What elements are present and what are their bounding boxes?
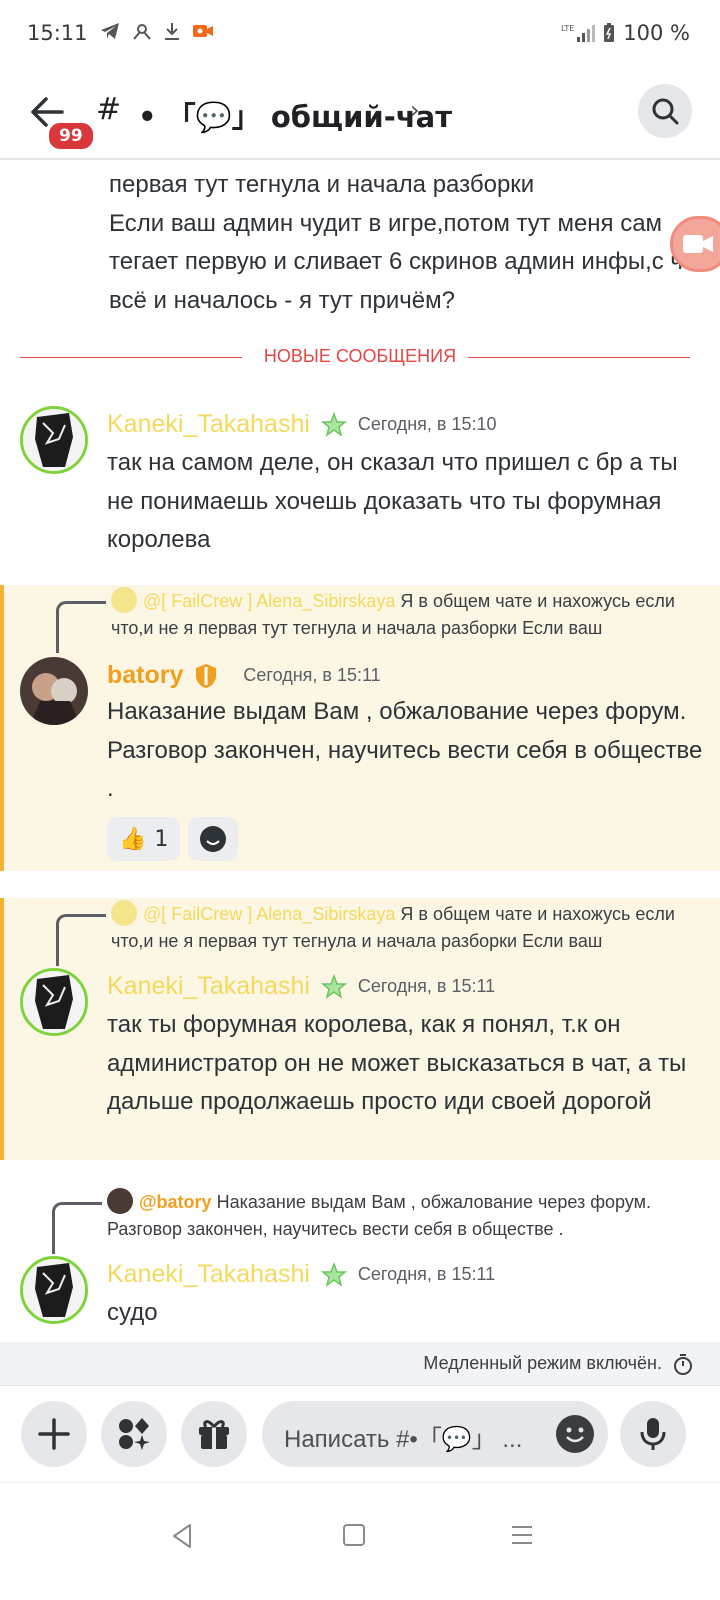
stopwatch-icon [674,1354,692,1375]
reply-connector [56,914,106,966]
avatar-image [23,409,85,471]
gift-button[interactable] [181,1401,247,1467]
message-item[interactable]: Kaneki_Takahashi Сегодня, в 15:10 так на… [0,400,720,580]
svg-text:LTE: LTE [561,24,574,33]
message-time: Сегодня, в 15:11 [357,976,496,996]
avatar[interactable] [20,406,88,474]
star-badge-icon [320,1261,347,1287]
author-name[interactable]: Kaneki_Takahashi [107,410,310,439]
message-text: так на самом деле, он сказал что пришел … [107,449,678,553]
reply-mention[interactable]: @[ FailCrew ] Alena_Sibirskaya [143,591,395,611]
add-button[interactable] [21,1401,87,1467]
status-bar: 15:11 LTE 100 % [0,0,720,72]
signal-icon: LTE [561,24,596,42]
message-item[interactable]: @[ FailCrew ] Alena_Sibirskaya Я в общем… [0,898,720,1160]
reaction-thumbs-up[interactable]: 👍 1 [107,817,181,861]
add-reaction-button[interactable] [188,817,239,861]
battery-icon [604,23,615,42]
message-time: Сегодня, в 15:10 [357,414,497,434]
star-badge-icon [320,411,347,437]
message-text: так ты форумная королева, как я понял, т… [107,1011,687,1115]
video-record-icon [193,25,213,37]
reactions-row: 👍 1 [107,817,239,861]
plus-icon [38,1418,70,1450]
reply-preview[interactable]: @[ FailCrew ] Alena_Sibirskaya Я в общем… [111,587,701,642]
reply-preview[interactable]: @[ FailCrew ] Alena_Sibirskaya Я в общем… [111,900,701,955]
avatar-image [20,657,88,725]
telegram-icon [101,23,119,39]
status-time: 15:11 [27,21,88,45]
avatar[interactable] [20,968,88,1036]
reply-connector [56,601,106,653]
download-icon [165,23,179,40]
message-item[interactable]: @batory Наказание выдам Вам , обжаловани… [0,1186,720,1346]
message-input-placeholder: Написать #•「💬」 ... [284,1426,523,1453]
apps-button[interactable] [101,1401,167,1467]
search-icon [652,98,679,125]
chat-area[interactable]: первая тут тегнула и начала разборки Есл… [0,160,720,1372]
author-name[interactable]: batory [107,661,183,690]
new-messages-divider: НОВЫЕ СООБЩЕНИЯ [20,346,700,370]
author-name[interactable]: Kaneki_Takahashi [107,1260,310,1289]
emoji-button[interactable] [556,1415,594,1453]
reply-avatar [107,1188,133,1214]
previous-message-text: первая тут тегнула и начала разборки Есл… [109,171,718,314]
voice-button[interactable] [620,1401,686,1467]
message-item[interactable]: @[ FailCrew ] Alena_Sibirskaya Я в общем… [0,585,720,871]
avatar-image [23,971,85,1033]
emoji-icon [566,1427,584,1443]
system-nav-bar [0,1482,720,1600]
floating-camera-button[interactable] [670,216,720,272]
apps-icon [119,1418,150,1450]
reply-connector [52,1202,102,1254]
slow-mode-banner: Медленный режим включён. [0,1342,720,1386]
battery-percent: 100 % [623,21,690,45]
microphone-icon [640,1418,666,1450]
message-text: Наказание выдам Вам , обжалование через … [107,698,703,802]
gift-icon [199,1420,229,1449]
reply-preview[interactable]: @batory Наказание выдам Вам , обжаловани… [107,1188,697,1243]
reaction-count: 1 [154,826,169,852]
thumbs-up-icon: 👍 [119,826,147,852]
reply-mention[interactable]: @[ FailCrew ] Alena_Sibirskaya [143,904,395,924]
channel-hash-icon: # [96,92,122,127]
reply-avatar [111,900,137,926]
channel-header: 99 # • 「💬」 общий-чат › [0,72,720,160]
avatar[interactable] [20,1256,88,1324]
search-button[interactable] [638,84,692,138]
nav-menu-icon[interactable] [510,1523,534,1547]
nav-back-icon[interactable] [170,1523,194,1549]
slow-mode-text: Медленный режим включён. [423,1353,662,1373]
avatar[interactable] [20,657,88,725]
message-input[interactable]: Написать #•「💬」 ... [262,1401,608,1467]
message-time: Сегодня, в 15:11 [357,1264,496,1284]
message-composer: Написать #•「💬」 ... [0,1386,720,1482]
message-text: судо [107,1299,158,1326]
status-right: LTE 100 % [561,21,690,45]
video-icon [683,235,713,253]
emoji-icon [200,826,227,852]
notification-icons [100,22,214,40]
author-name[interactable]: Kaneki_Takahashi [107,972,310,1001]
nav-home-icon[interactable] [342,1523,366,1547]
shield-badge-icon [196,663,217,688]
unread-badge: 99 [46,120,96,152]
reply-mention[interactable]: @batory [139,1192,212,1212]
channel-name[interactable]: • 「💬」 общий-чат [138,94,452,136]
star-badge-icon [320,973,347,999]
reply-avatar [111,587,137,613]
avatar-image [23,1259,85,1321]
app-icon [133,24,151,40]
chevron-right-icon[interactable]: › [410,96,420,124]
message-time: Сегодня, в 15:11 [243,665,381,685]
